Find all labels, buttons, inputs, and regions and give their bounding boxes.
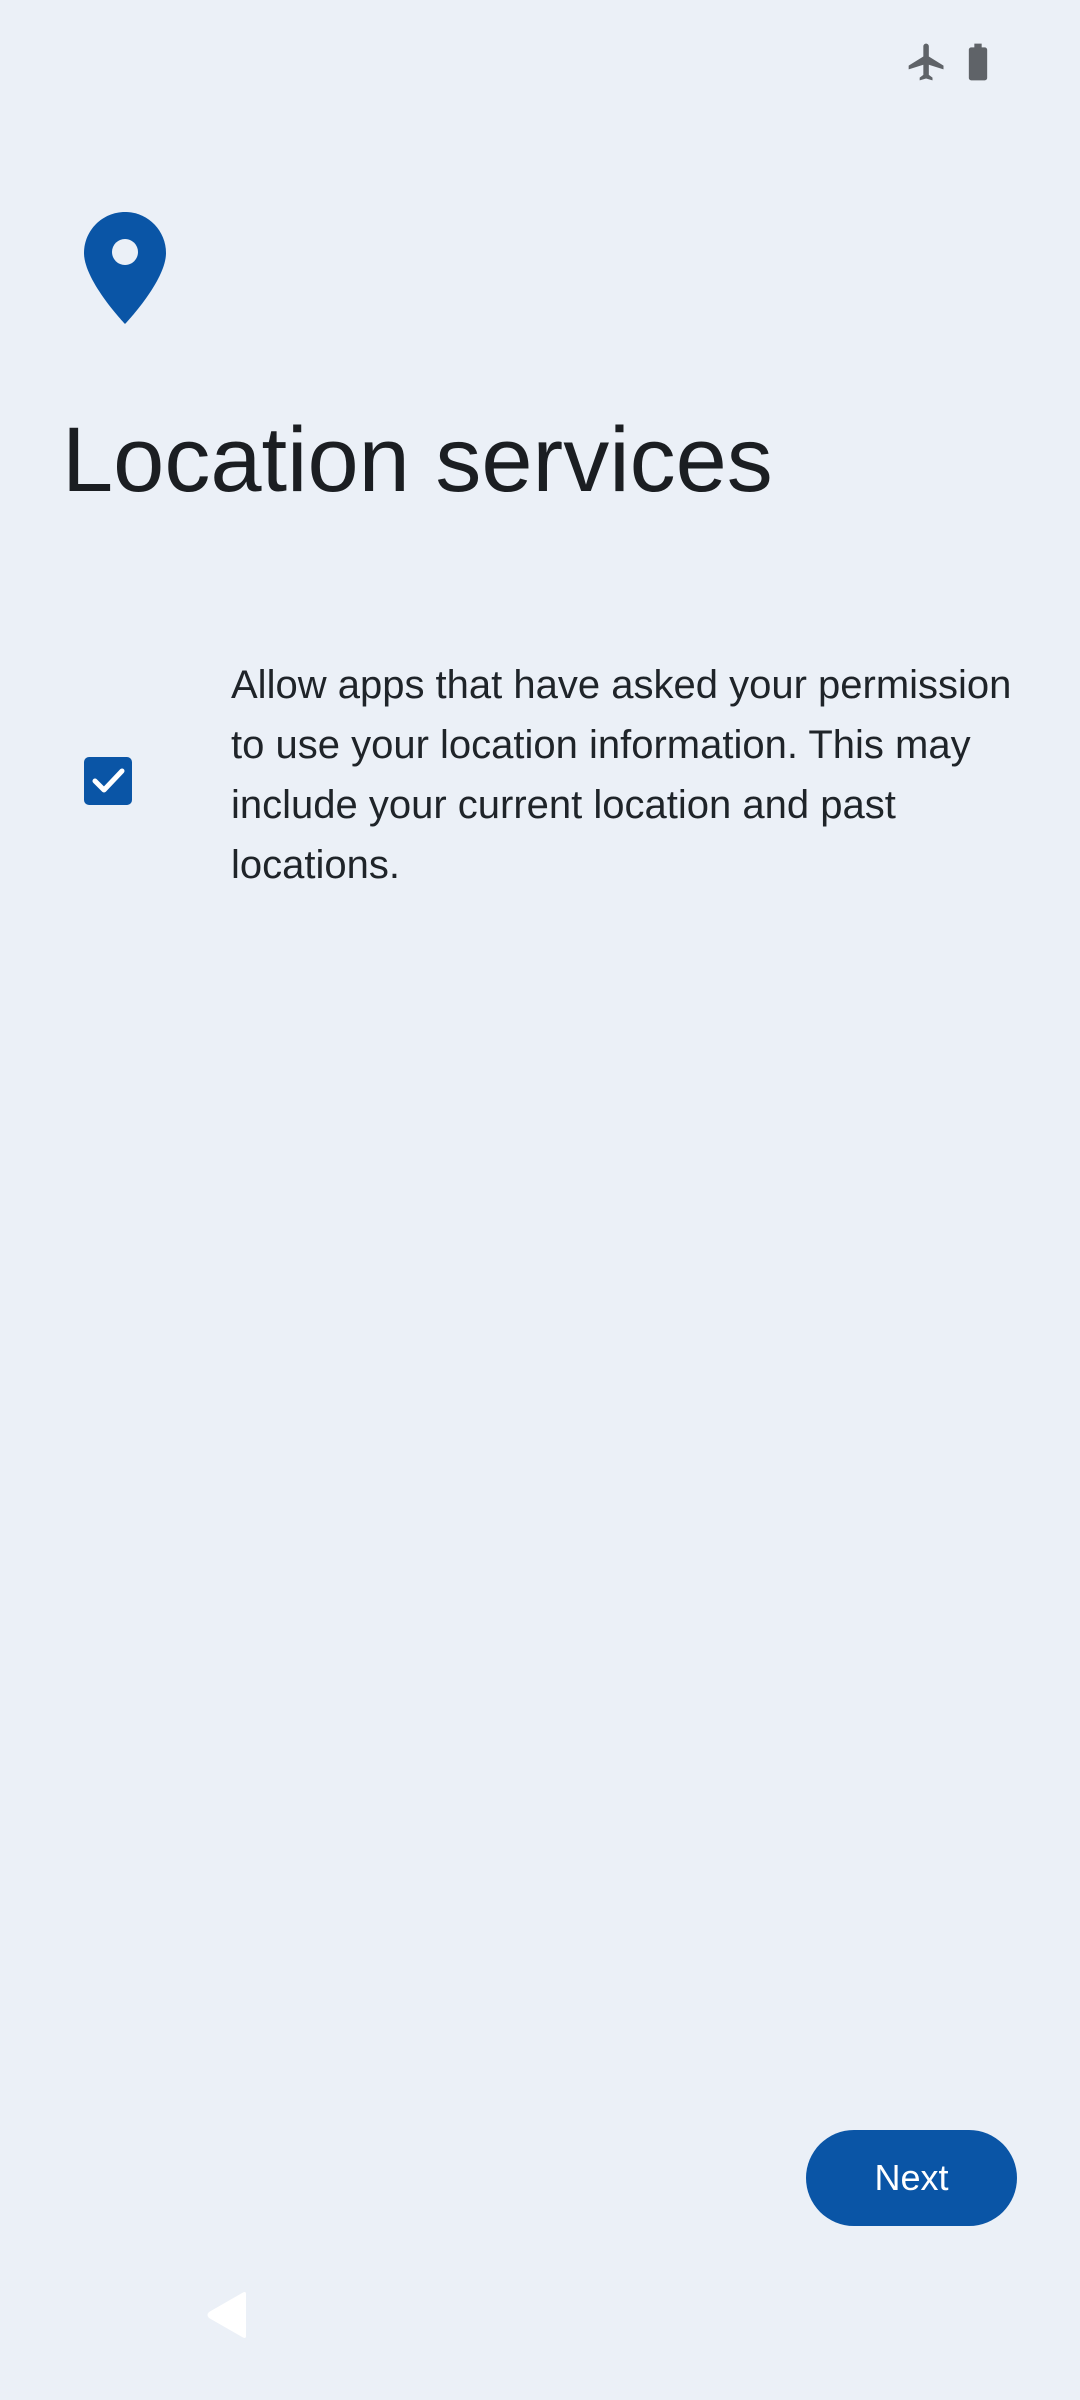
location-permission-description: Allow apps that have asked your permissi… (231, 663, 1012, 887)
battery-icon (968, 43, 988, 81)
location-permission-checkbox[interactable] (84, 757, 132, 805)
location-pin-icon (84, 212, 166, 324)
checkmark-icon (92, 768, 125, 793)
airplane-mode-icon (908, 43, 944, 81)
navigation-bar (0, 2290, 1080, 2400)
next-button[interactable]: Next (806, 2130, 1017, 2226)
back-icon[interactable] (204, 2290, 250, 2340)
location-permission-option[interactable]: Allow apps that have asked your permissi… (0, 655, 1080, 905)
page-title: Location services (62, 409, 773, 511)
status-bar (0, 0, 1080, 120)
location-services-screen: Location services Allow apps that have a… (0, 0, 1080, 2400)
